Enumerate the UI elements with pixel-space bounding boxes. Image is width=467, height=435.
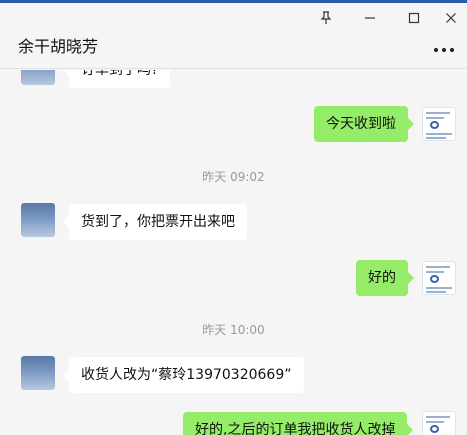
pin-icon[interactable] <box>316 11 336 27</box>
chat-title: 余干胡晓芳 <box>18 37 99 56</box>
self-avatar[interactable] <box>422 107 456 141</box>
minimize-icon[interactable] <box>360 11 380 27</box>
message-bubble-sent[interactable]: 今天收到啦 <box>314 106 414 142</box>
message-bubble-received[interactable]: 货到了，你把票开出来吧 <box>63 204 247 240</box>
maximize-icon[interactable] <box>404 11 424 27</box>
timestamp: 昨天 10:00 <box>202 323 265 337</box>
close-icon[interactable] <box>441 11 461 27</box>
contact-avatar[interactable] <box>21 203 55 237</box>
self-avatar[interactable] <box>422 261 456 295</box>
message-bubble-sent[interactable]: 好的 <box>356 260 414 296</box>
timestamp: 昨天 09:02 <box>202 170 265 184</box>
message-bubble-received[interactable]: 订单到了吗? <box>62 70 171 88</box>
message-bubble-sent[interactable]: 好的,之后的订单我把收货人改掉 <box>183 412 414 435</box>
more-icon[interactable] <box>432 43 456 55</box>
chat-header: 余干胡晓芳 <box>0 3 467 69</box>
contact-avatar[interactable] <box>21 70 55 85</box>
message-list[interactable]: 订单到了吗? 今天收到啦 昨天 09:02 货到了，你把票开出来吧 好的 昨天 … <box>0 70 467 435</box>
self-avatar[interactable] <box>422 411 456 435</box>
contact-avatar[interactable] <box>21 356 55 390</box>
message-bubble-received[interactable]: 收货人改为“蔡玲13970320669” <box>63 357 304 393</box>
